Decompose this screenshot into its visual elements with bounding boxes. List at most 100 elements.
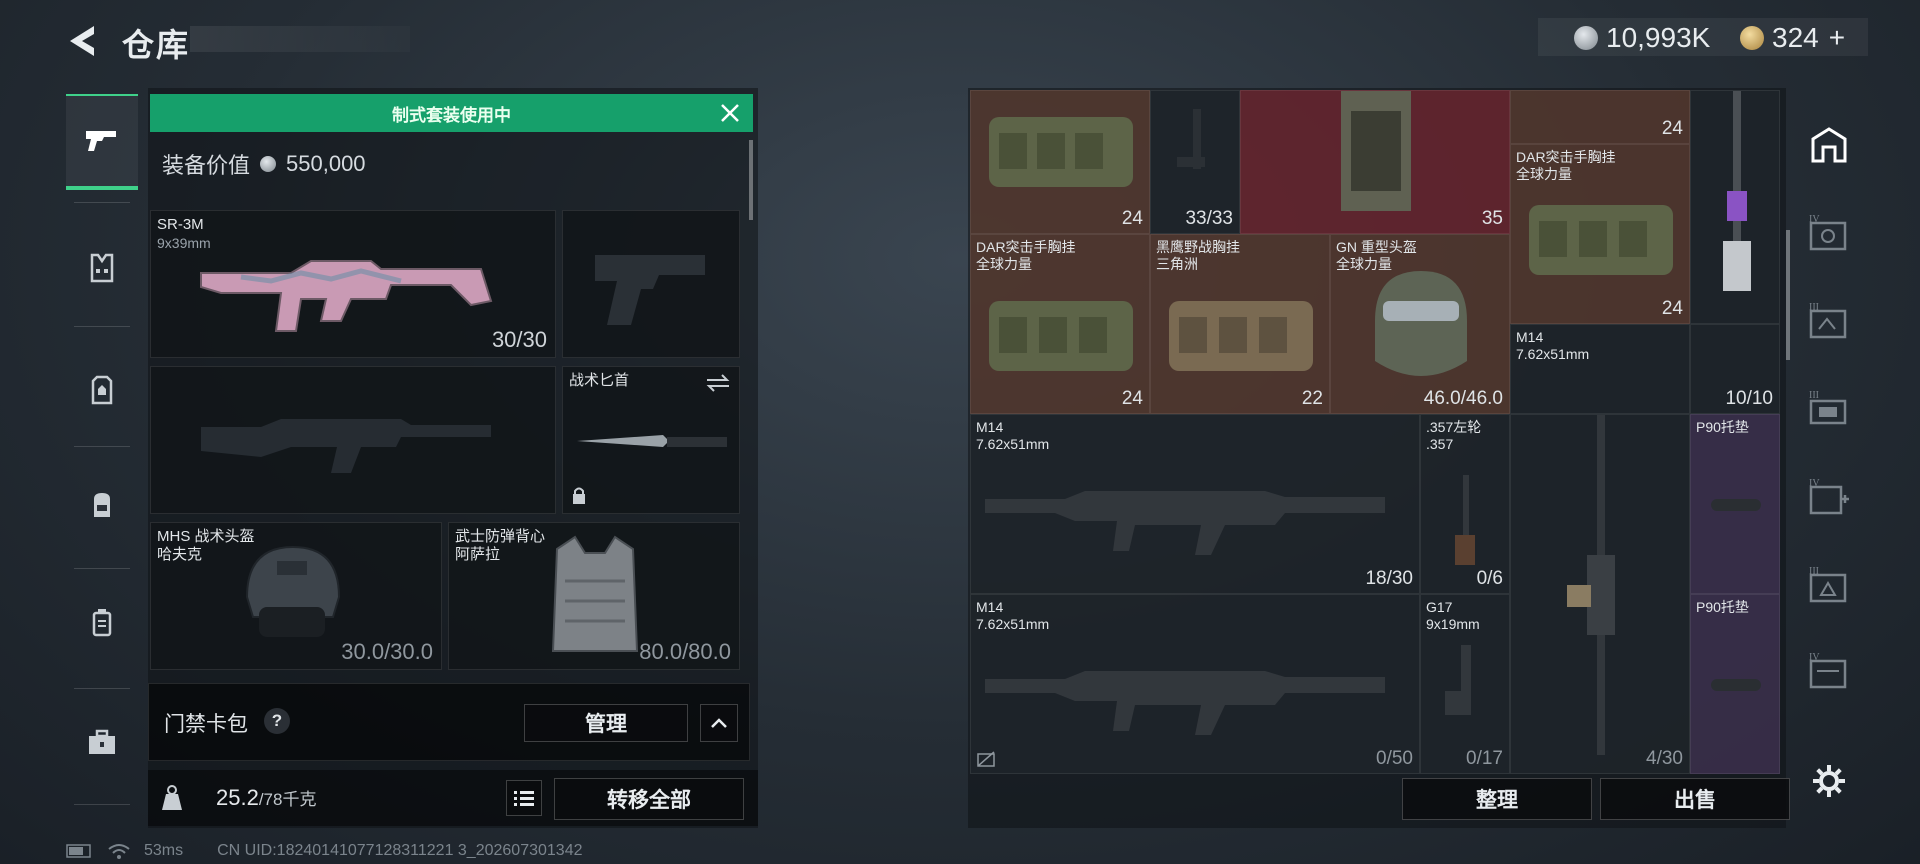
sort-button[interactable]: 整理: [1402, 778, 1592, 820]
storage-item-p90-pad-b[interactable]: P90托垫: [1690, 594, 1780, 774]
sell-button[interactable]: 出售: [1600, 778, 1790, 820]
helmet-slot[interactable]: MHS 战术头盔 哈夫克 30.0/30.0: [150, 522, 442, 670]
container-rail: IV III III IV III IV: [1794, 88, 1864, 828]
currency-secondary-value: 324: [1772, 22, 1819, 53]
armor-slot[interactable]: 武士防弹背心 阿萨拉 80.0/80.0: [448, 522, 740, 670]
gn-helmet-durability: 46.0/46.0: [1423, 388, 1503, 409]
stock-pad-image: [1711, 679, 1761, 691]
p90-pad-a-name: P90托垫: [1696, 419, 1749, 435]
vest-count: 35: [1481, 208, 1503, 229]
title-decoration: [190, 26, 410, 52]
unavailable-icon: [977, 751, 995, 767]
manage-button[interactable]: 管理: [524, 704, 688, 742]
m14-a-name: M14: [976, 419, 1004, 435]
category-nav: [66, 90, 138, 810]
gear-icon: [1813, 765, 1845, 797]
settings-button[interactable]: [1802, 754, 1856, 808]
m14-rifle-vertical-image: [1567, 415, 1615, 755]
revolver-caliber: .357: [1426, 436, 1454, 452]
page-title: 仓库: [122, 27, 191, 63]
m14-rifle-image: [985, 671, 1385, 735]
sidearm-slot-empty[interactable]: [562, 210, 740, 358]
revolver-name: .357左轮: [1426, 419, 1482, 435]
m14-tall-label: M14 7.62x51mm: [1516, 329, 1589, 363]
help-icon[interactable]: ?: [264, 708, 290, 734]
knife-slot[interactable]: 战术匕首: [562, 366, 740, 514]
blackhawk-rig-label: 黑鹰野战胸挂 三角洲: [1156, 239, 1240, 273]
storage-item-partial[interactable]: 24: [1510, 90, 1690, 144]
gold-coin-icon: [1740, 26, 1764, 50]
silver-coin-icon: [260, 156, 277, 172]
storage-item-pistol[interactable]: 33/33: [1150, 90, 1240, 234]
case-tier-icon: III: [1809, 302, 1847, 339]
back-arrow-icon: [70, 26, 94, 56]
storage-item-p90-pad-a[interactable]: P90托垫: [1690, 414, 1780, 594]
nav-vest[interactable]: [66, 220, 138, 316]
rail-case-5[interactable]: III: [1802, 558, 1856, 612]
storage-scrollbar[interactable]: [1786, 230, 1790, 360]
storage-item-m14-b[interactable]: M14 7.62x51mm 0/50: [970, 594, 1420, 774]
nav-toolbox[interactable]: [66, 694, 138, 790]
nav-chest-rig[interactable]: [66, 342, 138, 438]
stock-pad-image: [1711, 499, 1761, 511]
storage-item-g17[interactable]: G17 9x19mm 0/17: [1420, 594, 1510, 774]
storage-item-m14-a[interactable]: M14 7.62x51mm 18/30: [970, 414, 1420, 594]
storage-item-bag[interactable]: 24: [970, 90, 1150, 234]
list-view-button[interactable]: [506, 780, 542, 816]
swap-icon[interactable]: [705, 373, 731, 393]
medical-case-icon: IV: [1809, 478, 1849, 515]
close-banner-button[interactable]: [717, 100, 743, 126]
loadout-scrollbar[interactable]: [749, 140, 753, 220]
storage-item-sniper-ammo[interactable]: 10/10: [1690, 324, 1780, 414]
m14-a-ammo-count: 18/30: [1365, 568, 1413, 589]
storage-item-m14-vertical[interactable]: 4/30: [1510, 414, 1690, 774]
rail-case-4[interactable]: IV: [1802, 470, 1856, 524]
chest-rig-icon: [91, 375, 113, 405]
primary-weapon-slot[interactable]: SR-3M 9x39mm 30/30: [150, 210, 556, 358]
storage-item-gn-helmet[interactable]: GN 重型头盔 全球力量 46.0/46.0: [1330, 234, 1510, 414]
tier-label: III: [1809, 566, 1819, 577]
vest-icon: [90, 253, 114, 283]
secondary-weapon-slot-empty[interactable]: [150, 366, 556, 514]
collapse-button[interactable]: [700, 704, 738, 742]
rail-case-6[interactable]: IV: [1802, 644, 1856, 698]
armor-label: 武士防弹背心 阿萨拉: [455, 528, 545, 564]
storage-item-m14-tall[interactable]: M14 7.62x51mm: [1510, 324, 1690, 414]
add-currency-button[interactable]: +: [1829, 22, 1845, 54]
knife-image: [577, 435, 727, 447]
m14-tall-name: M14: [1516, 329, 1544, 345]
equipment-value-label: 装备价值: [162, 153, 251, 178]
weight-icon: [162, 785, 182, 810]
transfer-all-button[interactable]: 转移全部: [554, 778, 744, 820]
nav-weapons[interactable]: [66, 94, 138, 190]
storage-item-blackhawk-rig[interactable]: 黑鹰野战胸挂 三角洲 22: [1150, 234, 1330, 414]
ping-value: 53ms: [144, 842, 184, 859]
tier-label: III: [1809, 302, 1819, 313]
dar-rig-2-faction: 全球力量: [1516, 166, 1572, 182]
currency-primary[interactable]: 10,993K: [1574, 20, 1710, 56]
storage-item-vest[interactable]: 35: [1240, 90, 1510, 234]
dar-rig-2-count: 24: [1661, 298, 1683, 319]
storage-item-dar-rig-1[interactable]: DAR突击手胸挂 全球力量 24: [970, 234, 1150, 414]
rail-case-2[interactable]: III: [1802, 294, 1856, 348]
nav-backpack[interactable]: [66, 456, 138, 552]
m14-a-caliber: 7.62x51mm: [976, 436, 1050, 452]
g17-label: G17 9x19mm: [1426, 599, 1480, 633]
helmet-image: [245, 545, 341, 637]
weight-value: 25.2/78千克: [216, 785, 316, 811]
back-button[interactable]: [62, 20, 104, 62]
storage-item-sniper[interactable]: [1690, 90, 1780, 324]
rail-case-1[interactable]: IV: [1802, 206, 1856, 260]
pistol-silhouette-icon: [595, 255, 705, 325]
rail-case-3[interactable]: III: [1802, 382, 1856, 436]
storage-item-revolver[interactable]: .357左轮 .357 0/6: [1420, 414, 1510, 594]
currency-secondary[interactable]: 324 +: [1740, 20, 1845, 56]
dar-rig-1-name: DAR突击手胸挂: [976, 239, 1076, 255]
rail-warehouse[interactable]: [1802, 118, 1856, 172]
nav-case[interactable]: [66, 574, 138, 670]
toolbox-icon: [89, 729, 115, 754]
storage-item-dar-rig-2[interactable]: DAR突击手胸挂 全球力量 24: [1510, 144, 1690, 324]
dar-rig-1-count: 24: [1121, 388, 1143, 409]
m14-vertical-ammo-count: 4/30: [1646, 748, 1683, 769]
preset-banner-text: 制式套装使用中: [392, 105, 511, 125]
